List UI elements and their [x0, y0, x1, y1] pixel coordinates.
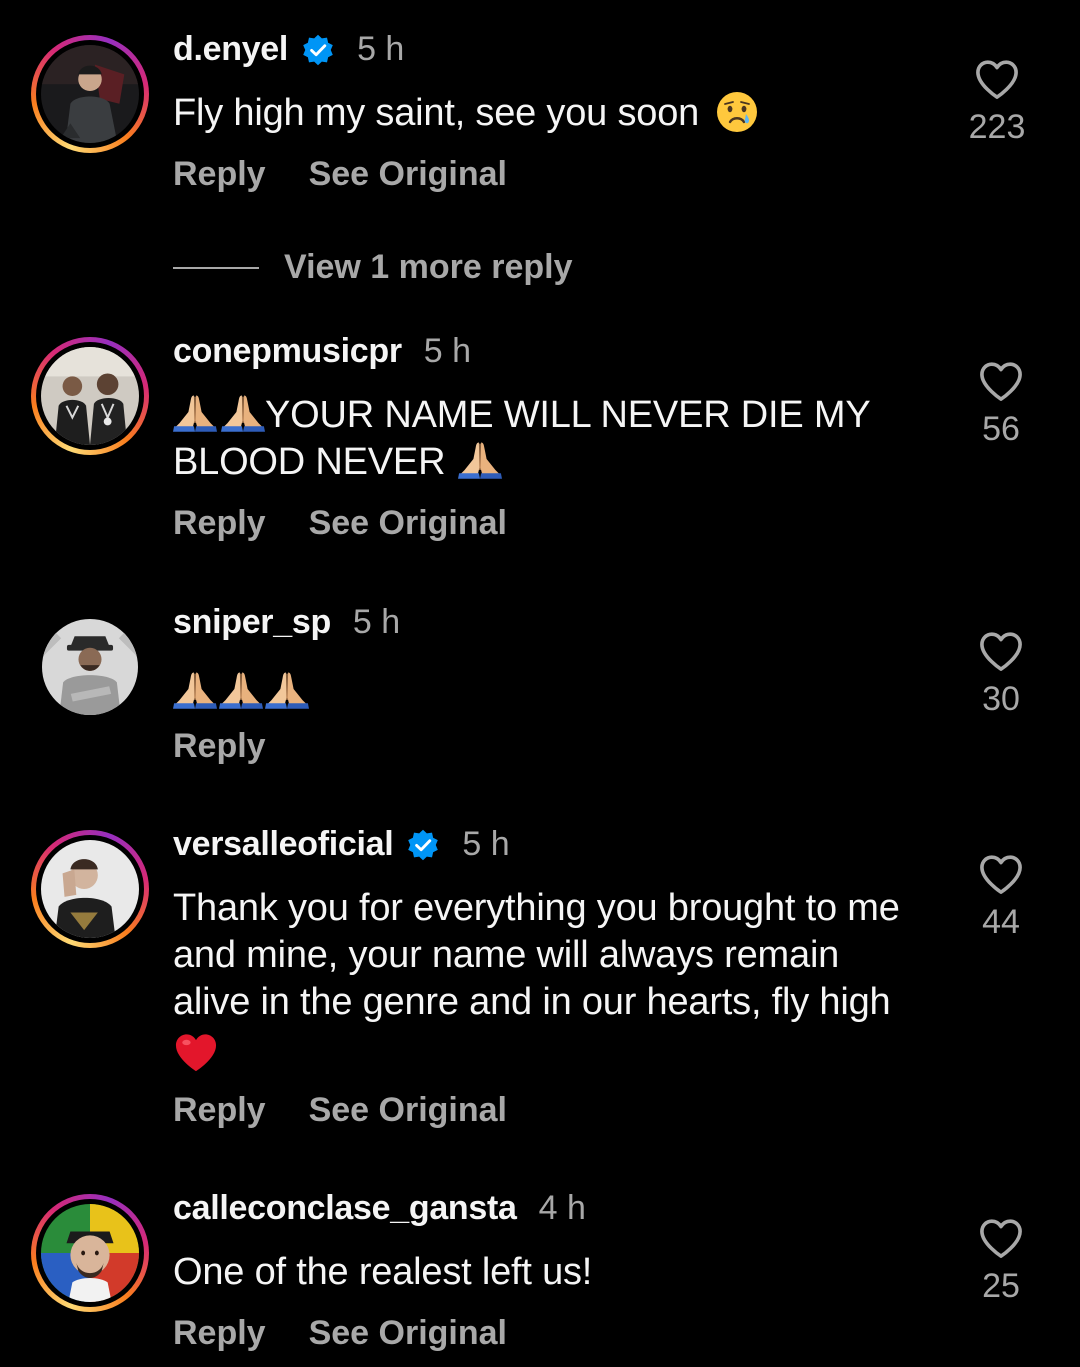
comment-actions: Reply See Original [173, 1314, 507, 1353]
story-ring[interactable] [31, 1194, 149, 1312]
see-original-button[interactable]: See Original [309, 1091, 507, 1130]
story-ring[interactable] [31, 830, 149, 948]
username[interactable]: versalleoficial [173, 825, 394, 864]
like-count: 30 [982, 680, 1020, 718]
see-original-button[interactable]: See Original [309, 504, 507, 543]
red-heart-icon [175, 1034, 217, 1072]
like-control: 56 [946, 360, 1056, 449]
folded-hands-icon [173, 669, 217, 709]
heart-outline-icon[interactable] [974, 58, 1020, 100]
comment-body-line: Thank you for everything you brought to … [173, 887, 900, 929]
timestamp: 5 h [423, 332, 472, 370]
comment-actions: Reply See Original [173, 504, 507, 543]
folded-hands-icon [458, 439, 502, 479]
avatar[interactable] [41, 45, 139, 143]
comment-header: d.enyel 5 h [173, 30, 404, 69]
comment-text: Fly high my saint, see you soon [173, 90, 759, 137]
avatar[interactable] [41, 1204, 139, 1302]
comment-text: One of the realest left us! [173, 1249, 592, 1296]
like-count: 223 [968, 108, 1026, 146]
timestamp: 5 h [352, 603, 401, 641]
avatar[interactable] [42, 619, 138, 715]
comment-actions: Reply See Original [173, 155, 507, 194]
timestamp: 5 h [462, 825, 510, 863]
timestamp: 5 h [357, 30, 405, 68]
folded-hands-icon [221, 392, 265, 432]
heart-outline-icon[interactable] [978, 360, 1024, 402]
see-original-button[interactable]: See Original [309, 155, 507, 194]
timestamp: 4 h [538, 1189, 586, 1227]
comment-body-line: BLOOD NEVER [173, 441, 446, 483]
story-ring[interactable] [31, 35, 149, 153]
like-control: 223 [942, 58, 1052, 147]
folded-hands-icon [265, 669, 309, 709]
verified-badge-icon [301, 33, 335, 67]
comment-body: Fly high my saint, see you soon [173, 92, 700, 134]
comment-header: versalleoficial 5 h [173, 825, 510, 864]
reply-button[interactable]: Reply [173, 504, 266, 543]
username[interactable]: sniper_sp [173, 603, 331, 642]
reply-button[interactable]: Reply [173, 1091, 266, 1130]
view-replies-label: View 1 more reply [284, 248, 573, 286]
avatar[interactable] [41, 347, 139, 445]
comment-text: Thank you for everything you brought to … [173, 885, 900, 1073]
like-count: 56 [982, 410, 1020, 448]
username[interactable]: d.enyel [173, 30, 288, 69]
comment-actions: Reply See Original [173, 1091, 507, 1130]
reply-button[interactable]: Reply [173, 1314, 266, 1353]
comment-header: sniper_sp 5 h [173, 603, 400, 642]
like-control: 25 [946, 1217, 1056, 1306]
comment-header: conepmusicpr 5 h [173, 332, 471, 371]
comment-header: calleconclase_gansta 4 h [173, 1189, 586, 1228]
heart-outline-icon[interactable] [978, 630, 1024, 672]
comment-text [173, 664, 309, 711]
divider-line [173, 266, 259, 269]
heart-outline-icon[interactable] [978, 853, 1024, 895]
comment-body: One of the realest left us! [173, 1251, 593, 1293]
avatar-container[interactable] [31, 608, 149, 726]
reply-button[interactable]: Reply [173, 727, 266, 766]
comment-body-line: YOUR NAME WILL NEVER DIE MY [265, 394, 871, 436]
see-original-button[interactable]: See Original [309, 1314, 507, 1353]
like-count: 44 [982, 903, 1020, 941]
avatar[interactable] [41, 840, 139, 938]
verified-badge-icon [406, 828, 440, 862]
like-control: 44 [946, 853, 1056, 942]
username[interactable]: conepmusicpr [173, 332, 402, 371]
view-replies-button[interactable]: View 1 more reply [173, 248, 573, 287]
reply-button[interactable]: Reply [173, 155, 266, 194]
like-control: 30 [946, 630, 1056, 719]
username[interactable]: calleconclase_gansta [173, 1189, 517, 1228]
comment-body-line: alive in the genre and in our hearts, fl… [173, 981, 891, 1023]
heart-outline-icon[interactable] [978, 1217, 1024, 1259]
comment-body-line: and mine, your name will always remain [173, 934, 840, 976]
folded-hands-icon [219, 669, 263, 709]
comment-actions: Reply [173, 727, 309, 766]
like-count: 25 [982, 1267, 1020, 1305]
comment-text: YOUR NAME WILL NEVER DIE MY BLOOD NEVER [173, 392, 871, 486]
story-ring[interactable] [31, 337, 149, 455]
crying-face-icon [717, 91, 758, 132]
folded-hands-icon [173, 392, 217, 432]
